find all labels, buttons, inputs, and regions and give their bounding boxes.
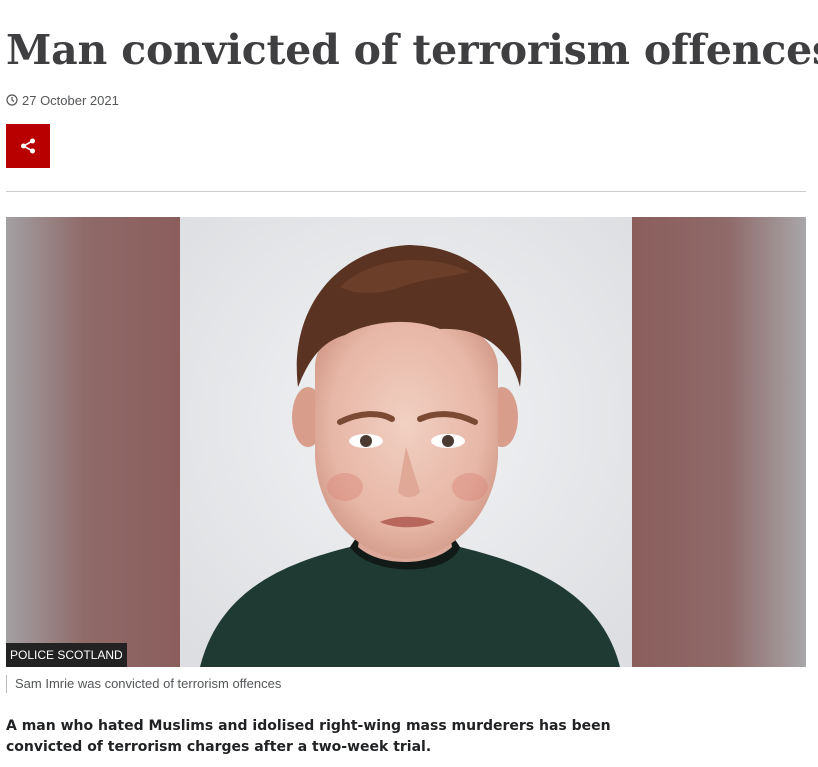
article-dateline: 27 October 2021: [6, 91, 119, 109]
portrait-photo: [180, 217, 632, 667]
share-button[interactable]: [6, 124, 50, 168]
image-caption: Sam Imrie was convicted of terrorism off…: [6, 675, 281, 693]
image-credit: POLICE SCOTLAND: [6, 643, 127, 667]
article-date: 27 October 2021: [22, 92, 119, 108]
image-blur-right: [632, 217, 806, 667]
article-image: POLICE SCOTLAND: [6, 217, 806, 667]
share-icon: [21, 138, 35, 154]
article-intro: A man who hated Muslims and idolised rig…: [6, 718, 611, 755]
header-divider: [6, 191, 806, 192]
article-headline: Man convicted of terrorism offences: [6, 26, 818, 74]
clock-icon: [6, 94, 18, 106]
image-blur-left: [6, 217, 180, 667]
